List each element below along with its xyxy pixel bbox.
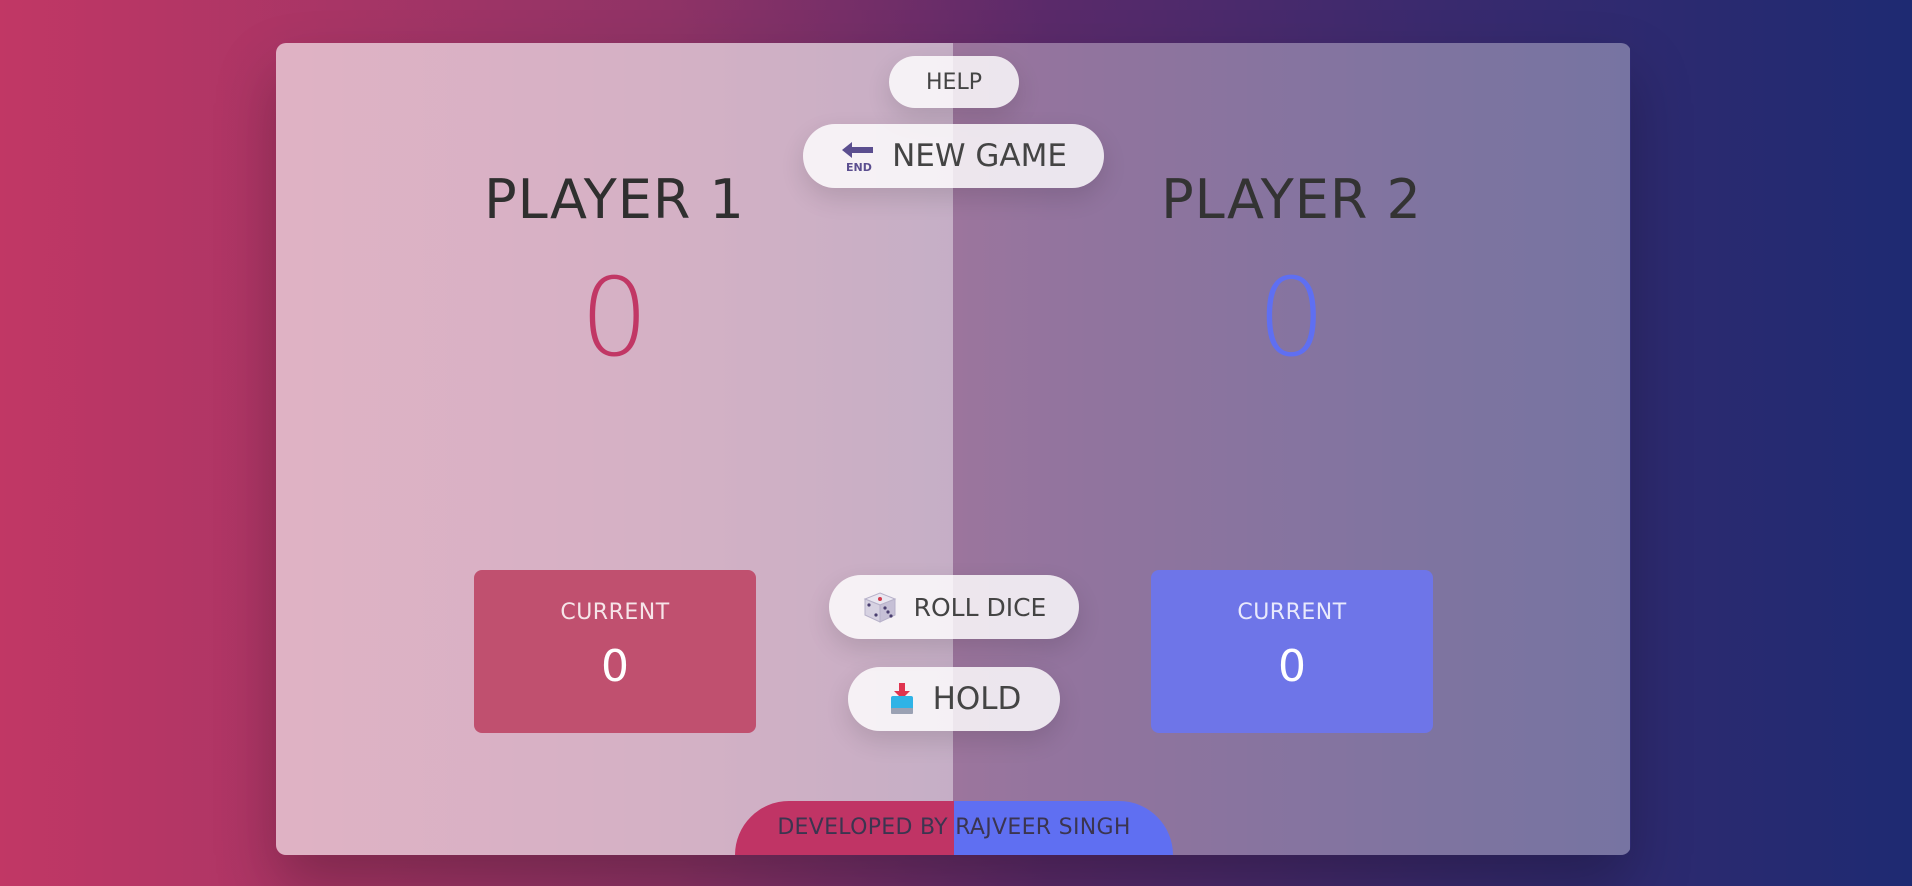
roll-dice-button[interactable]: ROLL DICE <box>829 575 1079 639</box>
new-game-button[interactable]: END NEW GAME <box>803 124 1104 188</box>
player-2-score: 0 <box>1257 256 1326 381</box>
dice-icon <box>862 590 898 624</box>
player-2-current-value: 0 <box>1278 641 1306 692</box>
roll-dice-button-label: ROLL DICE <box>913 592 1047 622</box>
svg-text:END: END <box>846 161 872 173</box>
player-1-current-box: CURRENT 0 <box>474 570 756 733</box>
player-2-current-box: CURRENT 0 <box>1151 570 1433 733</box>
player-1-current-value: 0 <box>601 641 629 692</box>
end-arrow-icon: END <box>840 139 876 173</box>
developer-credit-text: DEVELOPED BY RAJVEER SINGH <box>777 815 1131 840</box>
player-1-score: 0 <box>580 256 649 381</box>
developer-credit: DEVELOPED BY RAJVEER SINGH <box>735 801 1173 855</box>
hold-button-label: HOLD <box>932 681 1022 717</box>
inbox-tray-icon <box>887 682 917 716</box>
help-button-label: HELP <box>926 69 982 95</box>
player-1-current-label: CURRENT <box>560 600 670 625</box>
help-button[interactable]: HELP <box>889 56 1019 108</box>
player-2-current-label: CURRENT <box>1237 600 1347 625</box>
hold-button[interactable]: HOLD <box>848 667 1060 731</box>
new-game-button-label: NEW GAME <box>892 138 1067 174</box>
